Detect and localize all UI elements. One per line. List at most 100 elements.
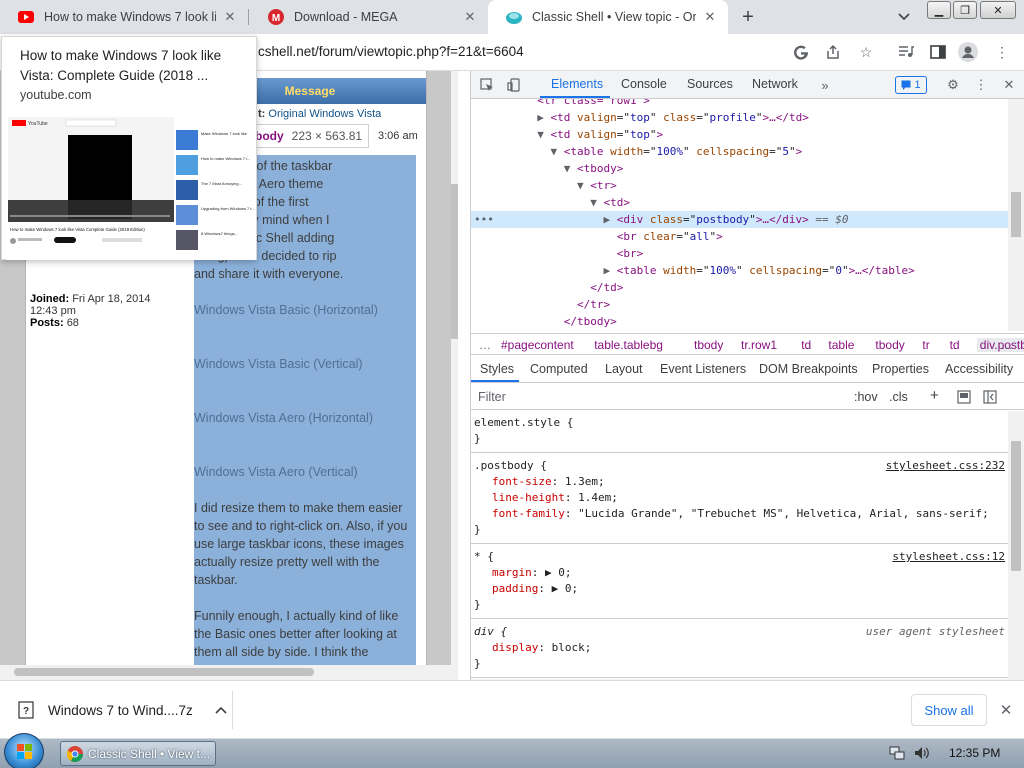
close-tab-icon[interactable]: ✕: [462, 9, 478, 25]
tab-youtube[interactable]: How to make Windows 7 look lik ✕: [0, 0, 248, 34]
scrollbar-thumb[interactable]: [1011, 441, 1021, 571]
post-subject-link[interactable]: Original Windows Vista: [268, 108, 381, 120]
menu-dots-icon[interactable]: ⋮: [992, 42, 1012, 62]
issues-badge[interactable]: 1: [895, 76, 927, 94]
breadcrumb-item[interactable]: tr: [922, 338, 929, 352]
close-tab-icon[interactable]: ✕: [702, 9, 718, 25]
breadcrumb-overflow[interactable]: …: [479, 338, 491, 352]
dom-node[interactable]: </tbody>: [471, 313, 617, 330]
hov-toggle[interactable]: :hov: [854, 390, 878, 404]
download-item[interactable]: ? Windows 7 to Wind....7z: [18, 701, 227, 719]
styles-pane[interactable]: element.style {} .postbody { stylesheet.cs…: [471, 411, 1008, 680]
expand-triangle-icon[interactable]: ▶: [537, 111, 550, 124]
style-rule[interactable]: .postbody {stylesheet.css:232 font-size: …: [471, 454, 1008, 544]
expand-triangle-icon[interactable]: ▶: [603, 264, 616, 277]
dom-node[interactable]: ▶ <td valign="top" class="profile">…</td…: [471, 109, 809, 126]
subtab-computed[interactable]: Computed: [530, 362, 588, 376]
styles-filter-input[interactable]: Filter: [478, 390, 506, 404]
inspect-element-icon[interactable]: [478, 76, 496, 94]
breadcrumb-item[interactable]: tr.row1: [741, 338, 777, 352]
share-icon[interactable]: [823, 42, 843, 62]
devtools-menu-icon[interactable]: ⋮: [972, 76, 990, 94]
dom-node[interactable]: ▼ <tbody>: [471, 160, 624, 177]
tab-console[interactable]: Console: [621, 77, 667, 91]
style-selector[interactable]: .postbody {: [474, 458, 547, 474]
subtab-styles[interactable]: Styles: [480, 362, 514, 376]
tab-sources[interactable]: Sources: [687, 77, 733, 91]
collapse-triangle-icon[interactable]: ▼: [537, 128, 550, 141]
style-declaration[interactable]: padding: ▶ 0;: [492, 581, 578, 597]
collapse-triangle-icon[interactable]: ▼: [564, 162, 577, 175]
style-selector[interactable]: div {: [474, 624, 507, 640]
page-vertical-scrollbar[interactable]: [451, 71, 458, 680]
subtab-event-listeners[interactable]: Event Listeners: [660, 362, 746, 376]
dom-node[interactable]: ▼ <td valign="top">: [471, 126, 663, 143]
dom-node[interactable]: ▼ <tr>: [471, 177, 617, 194]
tab-classic-shell[interactable]: Classic Shell • View topic - Origi ✕: [488, 0, 728, 34]
style-rule[interactable]: * { stylesheet.css:12 margin: ▶ 0; padding:…: [471, 545, 1008, 619]
download-options-chevron-icon[interactable]: [215, 706, 227, 714]
style-declaration[interactable]: margin: ▶ 0;: [492, 565, 572, 581]
scrollbar-thumb[interactable]: [1011, 192, 1021, 237]
tab-mega[interactable]: M Download - MEGA ✕: [250, 0, 488, 34]
computed-styles-toggle-icon[interactable]: [957, 390, 971, 407]
media-controls-icon[interactable]: [896, 42, 916, 62]
styles-scrollbar[interactable]: [1008, 411, 1024, 680]
style-selector[interactable]: element.style {: [474, 415, 573, 431]
more-tabs-chevron-icon[interactable]: »: [816, 76, 834, 94]
dom-node-selected[interactable]: ••• ▶ <div class="postbody">…</div> == $…: [471, 211, 1008, 228]
subtab-layout[interactable]: Layout: [605, 362, 643, 376]
dom-node[interactable]: ▶ <table width="100%" cellspacing="0">…<…: [471, 262, 914, 279]
new-tab-button[interactable]: +: [737, 6, 759, 28]
dom-node[interactable]: </tr>: [471, 296, 610, 313]
close-devtools-icon[interactable]: ✕: [1000, 76, 1018, 94]
taskbar-chrome-window[interactable]: Classic Shell • View t...: [60, 741, 216, 766]
dom-node[interactable]: ▼ <td>: [471, 194, 630, 211]
device-toolbar-icon[interactable]: [505, 76, 523, 94]
style-source-link[interactable]: stylesheet.css:12: [892, 549, 1005, 565]
close-window-button[interactable]: ✕: [980, 1, 1016, 19]
side-panel-icon[interactable]: [928, 42, 948, 62]
tab-search-chevron-icon[interactable]: [894, 8, 914, 26]
subtab-properties[interactable]: Properties: [872, 362, 929, 376]
breadcrumb-item[interactable]: tbody: [875, 338, 904, 352]
dom-node[interactable]: <br>: [471, 245, 644, 262]
dom-node[interactable]: <tr class="row1">: [471, 99, 650, 109]
breadcrumb-item[interactable]: table: [828, 338, 854, 352]
cls-toggle[interactable]: .cls: [889, 390, 908, 404]
style-declaration[interactable]: line-height: 1.4em;: [492, 490, 618, 506]
breadcrumb-item[interactable]: td: [950, 338, 960, 352]
subtab-accessibility[interactable]: Accessibility: [945, 362, 1013, 376]
close-tab-icon[interactable]: ✕: [222, 9, 238, 25]
scrollbar-thumb[interactable]: [451, 184, 458, 339]
google-icon[interactable]: [791, 42, 811, 62]
maximize-button[interactable]: ❐: [953, 1, 977, 19]
show-all-downloads-button[interactable]: Show all: [911, 694, 987, 726]
start-button[interactable]: [4, 733, 44, 768]
collapse-triangle-icon[interactable]: ▼: [550, 145, 563, 158]
breadcrumb-item[interactable]: table.tablebg: [594, 338, 663, 352]
style-declaration[interactable]: display: block;: [492, 640, 591, 656]
style-declaration[interactable]: font-family: "Lucida Grande", "Trebuchet…: [492, 506, 989, 522]
collapse-triangle-icon[interactable]: ▼: [577, 179, 590, 192]
style-source-link[interactable]: stylesheet.css:232: [886, 458, 1005, 474]
volume-icon[interactable]: [914, 746, 930, 763]
tab-network[interactable]: Network: [752, 77, 798, 91]
minimize-button[interactable]: ▁: [927, 1, 951, 19]
sidebar-toggle-icon[interactable]: [983, 390, 997, 407]
new-style-rule-icon[interactable]: +: [930, 387, 939, 404]
dom-node[interactable]: ▼ <table width="100%" cellspacing="5">: [471, 143, 802, 160]
dom-node-menu-icon[interactable]: •••: [474, 211, 494, 228]
scrollbar-thumb[interactable]: [14, 668, 314, 676]
close-download-bar-icon[interactable]: ✕: [997, 701, 1015, 719]
breadcrumb-item[interactable]: td: [801, 338, 811, 352]
profile-avatar-icon[interactable]: [958, 42, 978, 62]
expand-triangle-icon[interactable]: ▶: [603, 213, 616, 226]
page-horizontal-scrollbar[interactable]: [0, 665, 458, 680]
tab-elements[interactable]: Elements: [551, 77, 603, 91]
breadcrumb-overflow-right[interactable]: …: [1001, 338, 1013, 352]
style-rule[interactable]: element.style {}: [471, 411, 1008, 453]
bookmark-star-icon[interactable]: ☆: [856, 42, 876, 62]
breadcrumb-item[interactable]: #pagecontent: [501, 338, 574, 352]
style-selector[interactable]: * {: [474, 549, 494, 565]
